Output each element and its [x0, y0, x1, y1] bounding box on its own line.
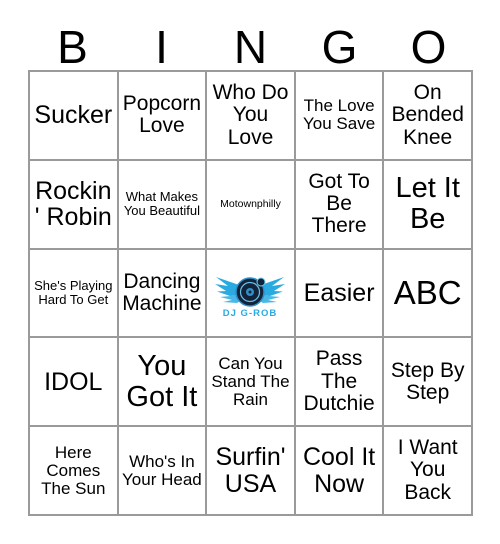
bingo-cell[interactable]: IDOL	[30, 338, 119, 428]
bingo-cell-label: The Love You Save	[303, 96, 376, 134]
bingo-cell-label: Cool It Now	[302, 443, 376, 498]
bingo-cell-label: Pass The Dutchie	[303, 347, 375, 415]
bingo-cell[interactable]: Here Comes The Sun	[30, 427, 119, 516]
bingo-cell[interactable]: Can You Stand The Rain	[207, 338, 296, 428]
bingo-cell-label: IDOL	[44, 367, 103, 396]
bingo-cell-label: Who's In Your Head	[122, 451, 202, 489]
bingo-cell[interactable]: Easier	[295, 249, 385, 339]
bingo-cell-label: Got To Be There	[308, 169, 370, 238]
bingo-cell-label: Easier	[303, 278, 375, 307]
bingo-cell-label: Step By Step	[390, 358, 465, 404]
bingo-cell-label: Here Comes The Sun	[41, 442, 106, 498]
bingo-cell-label: You Got It	[126, 350, 198, 413]
bingo-cell-label: Motownphilly	[220, 197, 281, 210]
header-letter-b: B	[57, 21, 88, 73]
bingo-header-row: B I N G O	[28, 12, 473, 70]
svg-text:DJ G-ROB: DJ G-ROB	[223, 308, 277, 319]
header-letter-n: N	[233, 21, 268, 73]
bingo-cell-label: Rockin' Robin	[34, 176, 112, 232]
bingo-cell[interactable]: What Makes You Beautiful	[118, 160, 208, 250]
bingo-cell[interactable]: Let It Be	[384, 160, 473, 250]
bingo-cell[interactable]: Got To Be There	[295, 160, 385, 250]
bingo-cell[interactable]: Step By Step	[384, 338, 473, 428]
bingo-cell-label: Surfin' USA	[215, 443, 286, 498]
bingo-cell-label: Sucker	[34, 101, 113, 130]
bingo-cell-label: Dancing Machine	[122, 269, 202, 315]
bingo-grid: Sucker Popcorn Love Who Do You Love The Lov…	[28, 70, 473, 516]
bingo-cell-label: I Want You Back	[397, 436, 458, 504]
header-letter-i: I	[155, 21, 168, 73]
bingo-cell-label: What Makes You Beautiful	[123, 189, 200, 219]
dj-g-rob-logo: DJ G-ROB	[207, 250, 294, 337]
header-letter-g: G	[321, 21, 358, 73]
header-letter-o: O	[410, 21, 447, 73]
bingo-card: B I N G O Sucker Popcorn Love Who Do You L…	[0, 0, 500, 544]
bingo-cell[interactable]: The Love You Save	[295, 72, 385, 161]
bingo-cell[interactable]: ABC	[384, 249, 473, 339]
bingo-cell-label: Let It Be	[395, 172, 460, 236]
bingo-cell[interactable]: You Got It	[118, 338, 208, 428]
bingo-cell-label: On Bended Knee	[391, 81, 464, 149]
bingo-cell[interactable]: Rockin' Robin	[30, 160, 119, 250]
bingo-cell[interactable]: Motownphilly	[207, 160, 296, 250]
bingo-cell[interactable]: She's Playing Hard To Get	[30, 249, 119, 339]
bingo-cell[interactable]: On Bended Knee	[384, 72, 473, 161]
bingo-cell[interactable]: Popcorn Love	[118, 72, 208, 161]
bingo-cell[interactable]: Pass The Dutchie	[295, 338, 385, 428]
bingo-cell[interactable]: Cool It Now	[295, 427, 385, 516]
bingo-cell-label: ABC	[393, 273, 462, 311]
bingo-cell-label: Who Do You Love	[212, 81, 289, 149]
bingo-cell[interactable]: Who Do You Love	[207, 72, 296, 161]
bingo-cell[interactable]: Surfin' USA	[207, 427, 296, 516]
bingo-cell-label: Popcorn Love	[122, 92, 201, 138]
bingo-cell-label: Can You Stand The Rain	[211, 353, 290, 409]
bingo-cell-label: She's Playing Hard To Get	[34, 278, 113, 307]
bingo-cell[interactable]: Sucker	[30, 72, 119, 161]
bingo-cell[interactable]: Who's In Your Head	[118, 427, 208, 516]
bingo-free-space-cell[interactable]: DJ G-ROB	[207, 249, 296, 339]
bingo-cell[interactable]: Dancing Machine	[118, 249, 208, 339]
bingo-cell[interactable]: I Want You Back	[384, 427, 473, 516]
